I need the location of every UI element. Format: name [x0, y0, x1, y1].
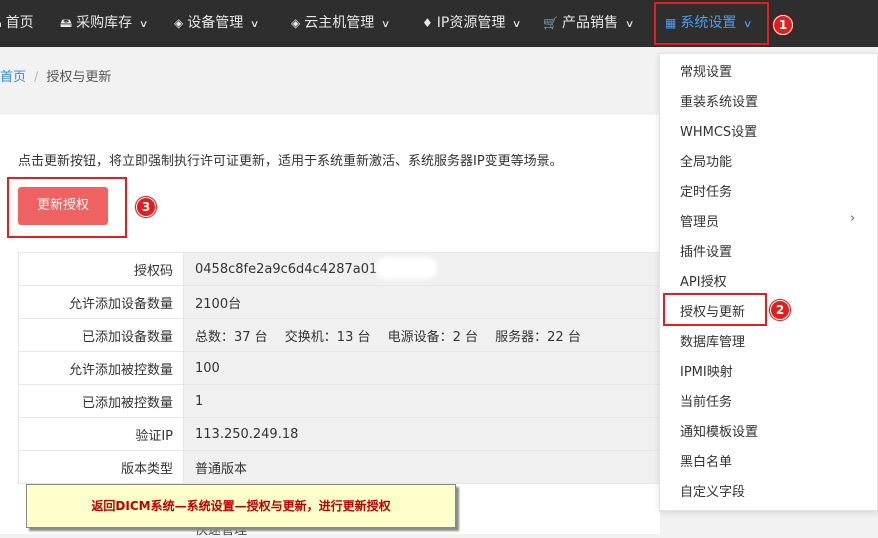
menu-item-blacklist-whitelist[interactable]: 黑白名单 — [680, 451, 732, 470]
highlight-box-system-settings — [654, 2, 769, 45]
nav-device-label: 设备管理 — [187, 15, 244, 31]
table-row: 验证IP 113.250.249.18 — [18, 417, 660, 451]
nav-purchase-label: 采购库存 — [76, 15, 133, 31]
nav-cloud-label: 云主机管理 — [304, 15, 375, 31]
chevron-down-icon: ∨ — [624, 19, 635, 30]
nav-product-sales[interactable]: 🛒 产品销售 ∨ — [543, 0, 635, 47]
table-row: 已添加被控数量 1 — [18, 384, 660, 418]
row-key: 版本类型 — [18, 450, 184, 484]
chevron-down-icon: ∨ — [512, 19, 522, 30]
menu-item-custom-fields[interactable]: 自定义字段 — [680, 481, 745, 500]
nav-ip-label: IP资源管理 — [436, 15, 506, 31]
nav-cloud-host[interactable]: ◈ 云主机管理 ∨ — [291, 0, 391, 47]
menu-item-general-settings[interactable]: 常规设置 — [680, 61, 732, 80]
cube-icon: ◈ — [291, 16, 301, 30]
menu-item-scheduled-tasks[interactable]: 定时任务 — [680, 181, 732, 200]
nav-ip-resource[interactable]: ♦ IP资源管理 ∨ — [422, 0, 522, 47]
row-value: 总数：37 台 交换机：13 台 电源设备：2 台 服务器：22 台 — [183, 318, 660, 352]
row-value: 2100台 — [183, 285, 660, 319]
row-key: 允许添加被控数量 — [18, 351, 184, 385]
instruction-note: 返回DICM系统—系统设置—授权与更新，进行更新授权 — [26, 484, 456, 528]
highlight-box-license-update — [663, 293, 767, 326]
step-marker-2: 2 — [770, 300, 790, 320]
shopping-cart-icon: 🛒 — [543, 16, 558, 30]
system-settings-dropdown: 常规设置 重装系统设置 WHMCS设置 全局功能 定时任务 管理员 › 插件设置… — [659, 53, 878, 511]
table-row: 版本类型 普通版本 — [18, 450, 660, 484]
home-icon: ⌂ — [0, 0, 2, 47]
cart-icon: 🖴 — [60, 16, 73, 30]
row-key: 允许添加设备数量 — [18, 285, 184, 319]
license-info-table: 授权码 0458c8fe2a9c6d4c4287a0154 允许添加设备数量 2… — [18, 252, 660, 484]
step-marker-1: 1 — [773, 15, 793, 35]
row-value: 100 — [183, 351, 660, 385]
nav-home[interactable]: ⌂首页 — [0, 0, 34, 47]
menu-item-ipmi-mapping[interactable]: IPMI映射 — [680, 361, 733, 380]
chevron-down-icon: ∨ — [381, 19, 391, 30]
breadcrumb-current: 授权与更新 — [46, 70, 112, 85]
menu-item-reinstall-settings[interactable]: 重装系统设置 — [680, 91, 758, 110]
cube-icon: ◈ — [174, 16, 184, 30]
menu-item-global-features[interactable]: 全局功能 — [680, 151, 732, 170]
breadcrumb-home[interactable]: 首页 — [0, 70, 26, 85]
row-key: 验证IP — [18, 417, 184, 451]
table-row: 已添加设备数量 总数：37 台 交换机：13 台 电源设备：2 台 服务器：22… — [18, 318, 660, 352]
license-code-blur-mask — [378, 260, 434, 276]
menu-item-api-authorization[interactable]: API授权 — [680, 271, 727, 290]
menu-item-database-management[interactable]: 数据库管理 — [680, 331, 745, 350]
nav-device-management[interactable]: ◈ 设备管理 ∨ — [174, 0, 260, 47]
menu-item-current-tasks[interactable]: 当前任务 — [680, 391, 732, 410]
breadcrumb-separator: / — [34, 70, 39, 85]
map-marker-icon: ♦ — [422, 16, 433, 30]
chevron-down-icon: ∨ — [250, 19, 260, 30]
row-value: 普通版本 — [183, 450, 660, 484]
breadcrumb: 首页 / 授权与更新 — [0, 66, 111, 85]
row-value: 1 — [183, 384, 660, 418]
chevron-right-icon: › — [850, 211, 856, 226]
menu-item-whmcs-settings[interactable]: WHMCS设置 — [680, 121, 757, 140]
table-row: 允许添加设备数量 2100台 — [18, 285, 660, 319]
row-key: 已添加被控数量 — [18, 384, 184, 418]
table-row: 授权码 0458c8fe2a9c6d4c4287a0154 — [18, 252, 660, 286]
step-marker-3: 3 — [136, 197, 156, 217]
description-text: 点击更新按钮，将立即强制执行许可证更新，适用于系统重新激活、系统服务器IP变更等… — [18, 154, 563, 169]
nav-home-label: 首页 — [5, 15, 34, 31]
row-key: 已添加设备数量 — [18, 318, 184, 352]
chevron-down-icon: ∨ — [139, 19, 149, 30]
nav-sales-label: 产品销售 — [561, 15, 618, 31]
row-key: 授权码 — [18, 252, 184, 286]
nav-purchase-inventory[interactable]: 🖴 采购库存 ∨ — [60, 0, 149, 47]
row-value: 113.250.249.18 — [183, 417, 660, 451]
menu-item-notification-templates[interactable]: 通知模板设置 — [680, 421, 758, 440]
menu-item-plugin-settings[interactable]: 插件设置 — [680, 241, 732, 260]
menu-item-administrators[interactable]: 管理员 — [680, 211, 719, 230]
table-row: 允许添加被控数量 100 — [18, 351, 660, 385]
highlight-box-update-button — [7, 177, 127, 238]
